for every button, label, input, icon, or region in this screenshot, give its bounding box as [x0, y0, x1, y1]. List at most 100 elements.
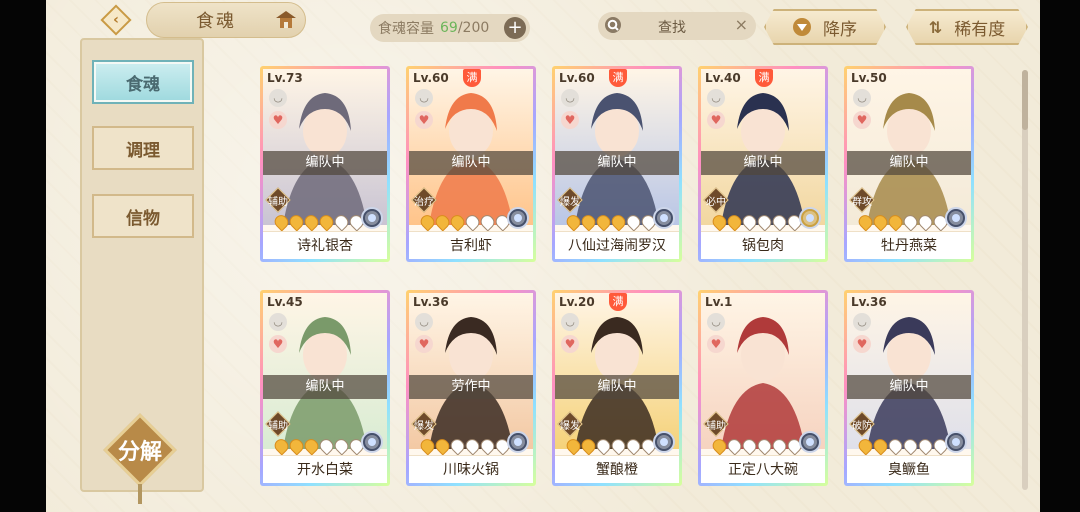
star-icon	[724, 212, 745, 232]
status-banner: 劳作中	[409, 375, 533, 399]
back-button[interactable]: ‹	[98, 3, 134, 37]
heart-icon: ♥	[269, 111, 287, 129]
sort-order-button[interactable]: 降序	[764, 9, 886, 45]
right-letterbox	[1040, 0, 1080, 512]
star-icon	[563, 436, 584, 456]
expand-capacity-button[interactable]: +	[504, 17, 526, 39]
food-soul-card[interactable]: Lv.73 ◡ ♥ 编队中 辅助 诗礼银杏	[260, 66, 390, 262]
element-icon	[507, 207, 529, 229]
bowl-icon: ◡	[707, 313, 725, 331]
clear-search-button[interactable]: ×	[735, 15, 748, 34]
max-level-badge: 满	[755, 69, 773, 87]
status-banner: 编队中	[263, 375, 387, 399]
house-icon[interactable]	[274, 8, 298, 32]
food-soul-card[interactable]: Lv.60 满 ◡ ♥ 编队中 爆发 八仙过海闹罗汉	[552, 66, 682, 262]
star-icon	[462, 212, 483, 232]
tab-tokens[interactable]: 信物	[92, 194, 194, 238]
star-icon	[563, 212, 584, 232]
star-icon	[462, 436, 483, 456]
star-icon	[623, 436, 644, 456]
star-icon	[608, 212, 629, 232]
role-badge: 爆发	[411, 411, 437, 437]
level-label: Lv.36	[851, 295, 887, 309]
star-rating	[855, 436, 951, 456]
element-icon	[361, 207, 383, 229]
star-icon	[915, 436, 936, 456]
character-name: 臭鳜鱼	[847, 455, 971, 483]
star-rating	[563, 436, 659, 456]
star-icon	[754, 436, 775, 456]
element-icon	[653, 431, 675, 453]
tab-conditioning[interactable]: 调理	[92, 126, 194, 170]
food-soul-card[interactable]: Lv.1 ◡ ♥ 辅助 正定八大碗	[698, 290, 828, 486]
scrollbar-track[interactable]	[1022, 70, 1028, 490]
character-name: 蟹酿橙	[555, 455, 679, 483]
role-label: 辅助	[268, 420, 288, 432]
decompose-label: 分解	[117, 439, 162, 465]
bowl-icon: ◡	[853, 313, 871, 331]
element-icon	[945, 207, 967, 229]
element-icon	[361, 431, 383, 453]
level-label: Lv.36	[413, 295, 449, 309]
role-badge: 辅助	[265, 187, 291, 213]
star-icon	[286, 212, 307, 232]
star-icon	[870, 212, 891, 232]
scrollbar-thumb[interactable]	[1022, 70, 1028, 130]
character-name: 开水白菜	[263, 455, 387, 483]
element-icon	[653, 207, 675, 229]
star-rating	[271, 212, 367, 232]
heart-icon: ♥	[415, 111, 433, 129]
star-icon	[608, 436, 629, 456]
star-icon	[739, 436, 760, 456]
decompose-button[interactable]: 分解	[102, 412, 178, 488]
character-name: 锅包肉	[701, 231, 825, 259]
tab-food-soul[interactable]: 食魂	[92, 60, 194, 104]
character-name: 八仙过海闹罗汉	[555, 231, 679, 259]
star-icon	[709, 436, 730, 456]
food-soul-card[interactable]: Lv.40 满 ◡ ♥ 编队中 必中 锅包肉	[698, 66, 828, 262]
triangle-down-icon	[793, 18, 811, 36]
food-soul-card[interactable]: Lv.60 满 ◡ ♥ 编队中 治疗 吉利虾	[406, 66, 536, 262]
food-soul-card[interactable]: Lv.36 ◡ ♥ 劳作中 爆发 川味火锅	[406, 290, 536, 486]
star-icon	[447, 212, 468, 232]
star-icon	[417, 436, 438, 456]
role-label: 爆发	[560, 420, 580, 432]
role-label: 辅助	[268, 196, 288, 208]
heart-icon: ♥	[707, 111, 725, 129]
heart-icon: ♥	[853, 335, 871, 353]
food-soul-card[interactable]: Lv.20 满 ◡ ♥ 编队中 爆发 蟹酿橙	[552, 290, 682, 486]
star-icon	[900, 212, 921, 232]
capacity-display: 食魂容量 69 / 200 +	[370, 14, 530, 42]
status-banner: 编队中	[701, 151, 825, 175]
star-icon	[709, 212, 730, 232]
food-soul-card[interactable]: Lv.50 ◡ ♥ 编队中 群攻 牡丹燕菜	[844, 66, 974, 262]
star-icon	[769, 212, 790, 232]
star-icon	[477, 212, 498, 232]
food-soul-card[interactable]: Lv.45 ◡ ♥ 编队中 辅助 开水白菜	[260, 290, 390, 486]
star-rating	[709, 436, 805, 456]
star-icon	[754, 212, 775, 232]
role-label: 群攻	[852, 196, 872, 208]
level-label: Lv.40	[705, 71, 741, 85]
capacity-label: 食魂容量	[378, 21, 434, 37]
star-icon	[271, 436, 292, 456]
star-rating	[855, 212, 951, 232]
role-label: 爆发	[414, 420, 434, 432]
page-title: 食魂	[196, 11, 236, 32]
level-label: Lv.60	[559, 71, 595, 85]
sort-order-label: 降序	[823, 19, 857, 40]
swap-icon: ⇅	[928, 17, 943, 37]
heart-icon: ♥	[269, 335, 287, 353]
role-label: 治疗	[414, 196, 434, 208]
sort-rarity-button[interactable]: ⇅ 稀有度	[906, 9, 1028, 45]
food-soul-card[interactable]: Lv.36 ◡ ♥ 编队中 破防 臭鳜鱼	[844, 290, 974, 486]
search-input[interactable]: 查找 ×	[598, 12, 756, 40]
heart-icon: ♥	[561, 111, 579, 129]
star-icon	[301, 212, 322, 232]
bowl-icon: ◡	[415, 313, 433, 331]
role-label: 辅助	[706, 420, 726, 432]
star-rating	[709, 212, 805, 232]
role-badge: 爆发	[557, 187, 583, 213]
game-screen: ‹ 食魂 食魂容量 69 / 200 + 查找 × 降序 ⇅ 稀有度 食魂 调理…	[46, 0, 1040, 512]
star-rating	[271, 436, 367, 456]
